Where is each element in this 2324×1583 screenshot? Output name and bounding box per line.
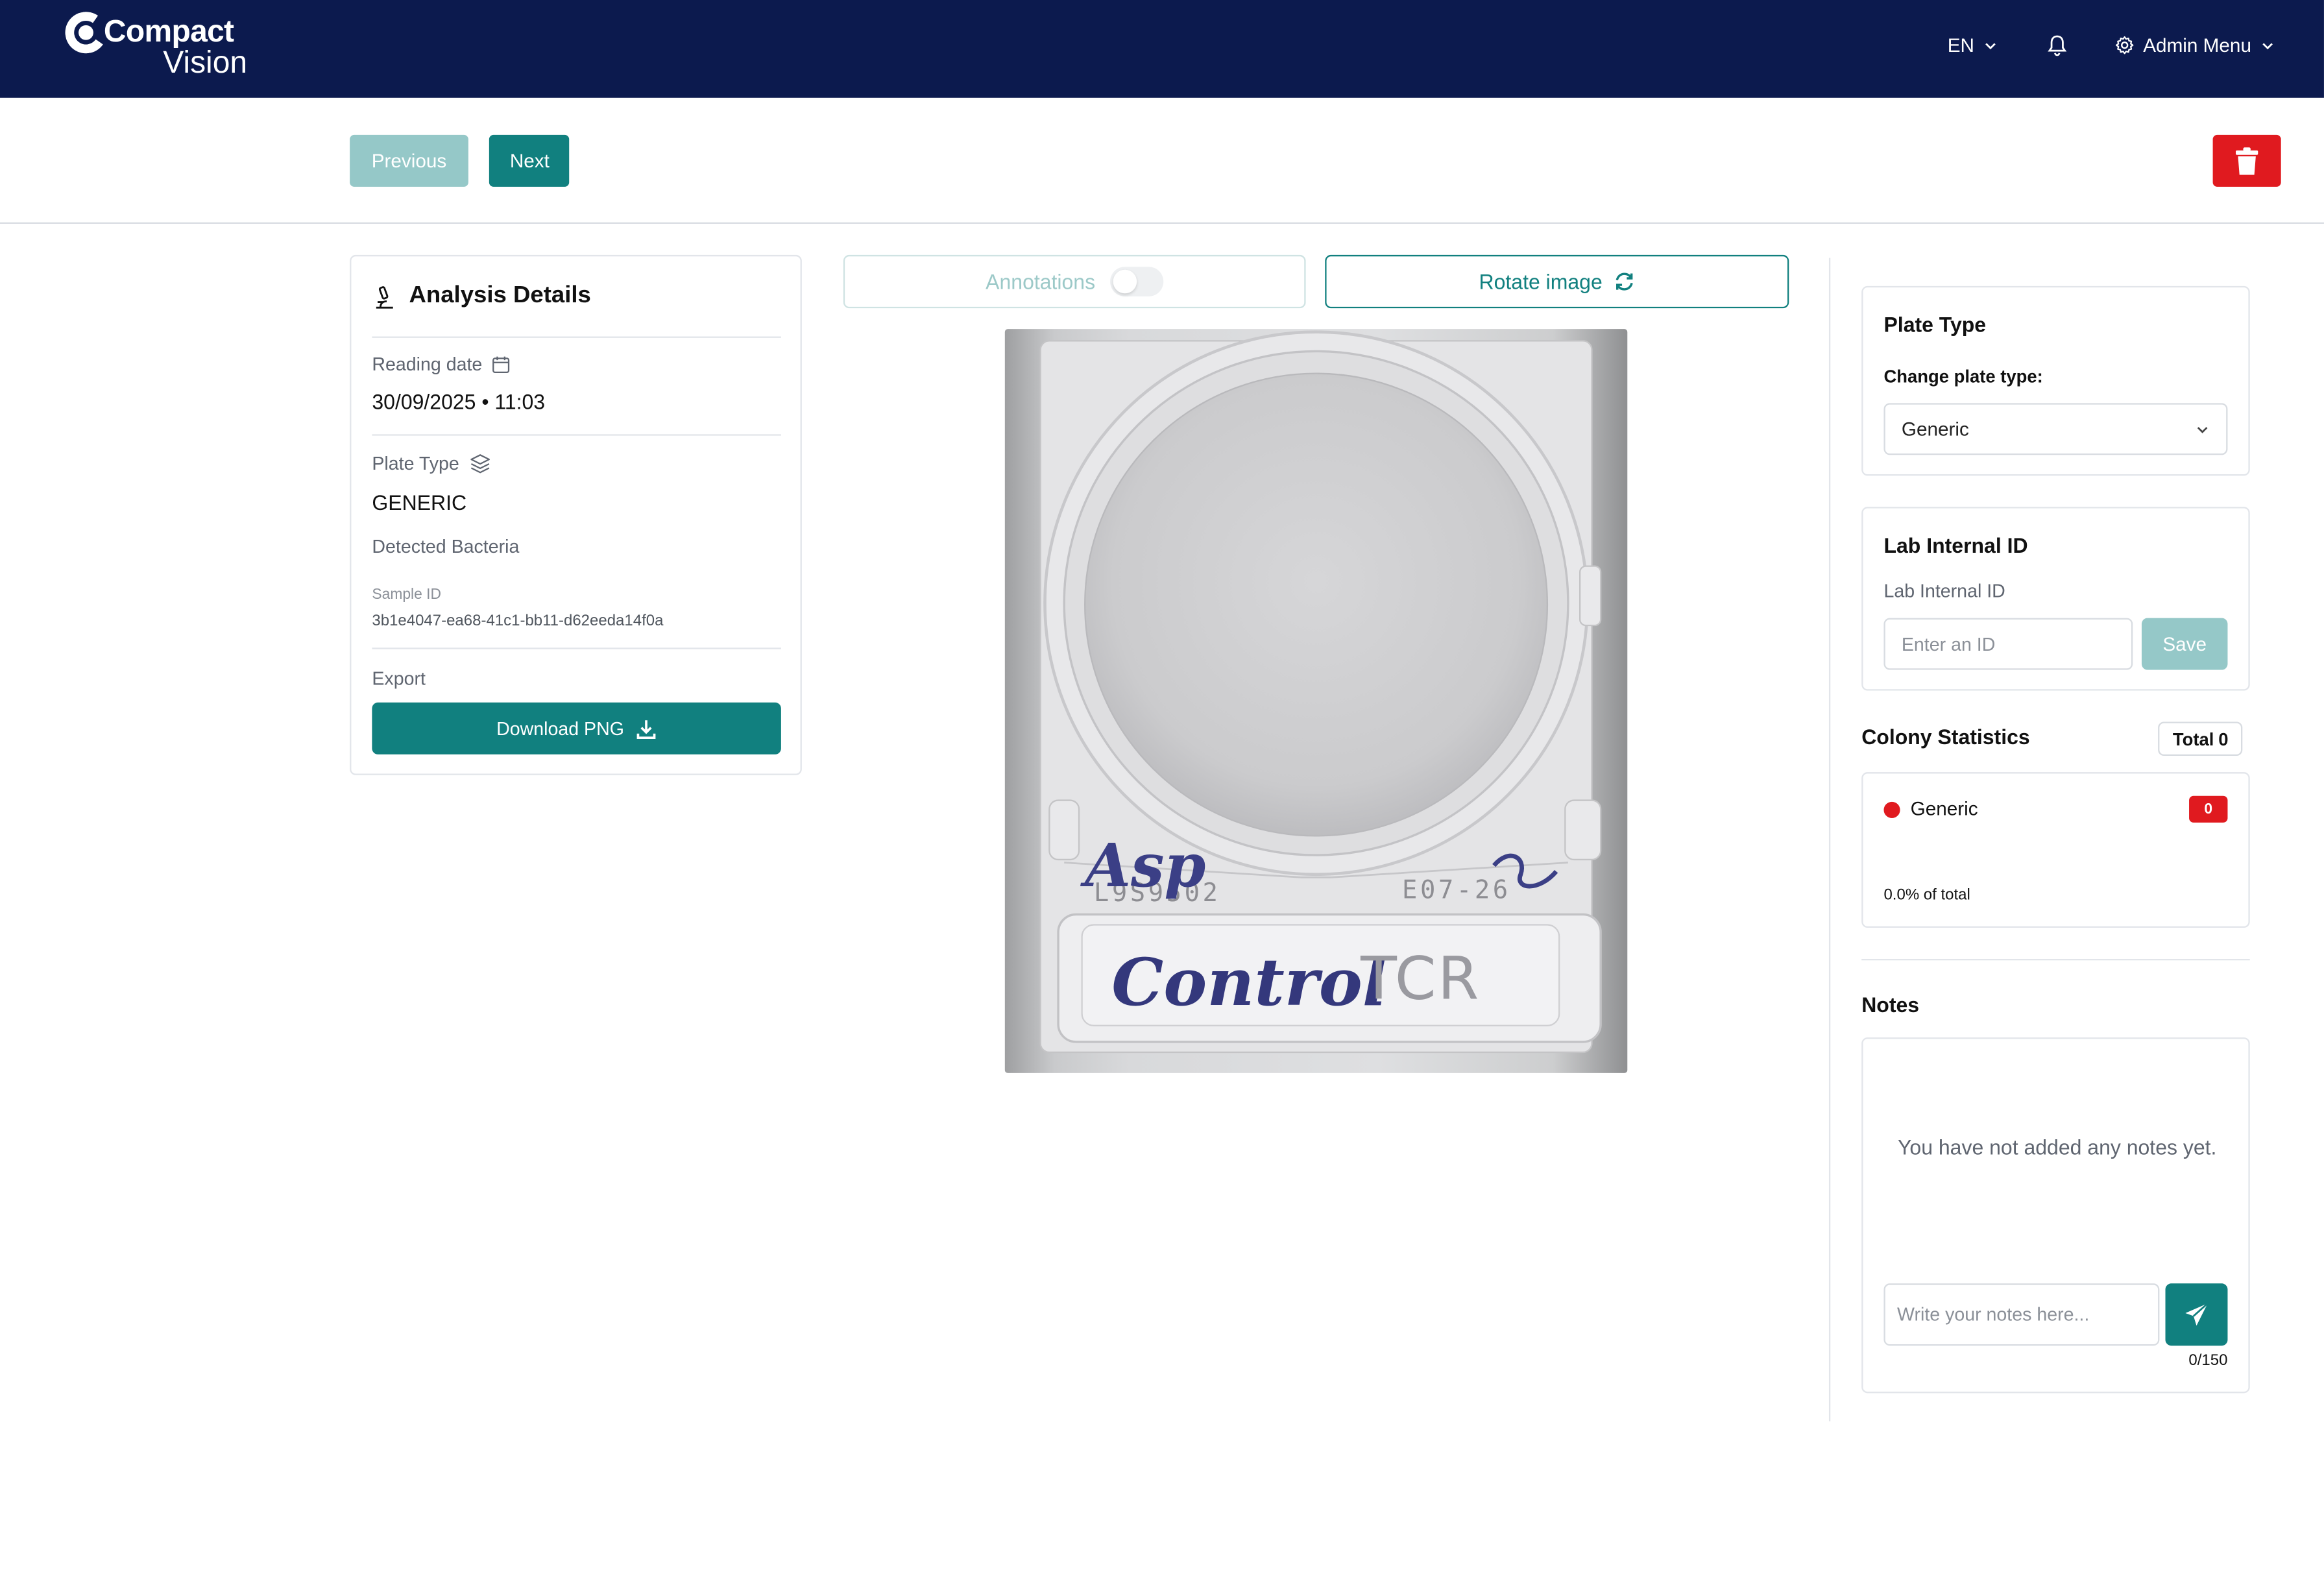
send-icon	[2185, 1303, 2209, 1326]
admin-menu-label: Admin Menu	[2143, 34, 2251, 56]
next-button[interactable]: Next	[489, 134, 570, 187]
colony-percent: 0.0% of total	[1883, 886, 1970, 904]
reading-date-value: 30/09/2025 • 11:03	[372, 389, 546, 414]
plate-handwriting-control: Control	[1111, 944, 1387, 1021]
annotations-label: Annotations	[986, 269, 1096, 294]
plate-type-label: Plate Type	[372, 453, 459, 475]
page: Compact Vision EN Admin Menu Previous Ne…	[0, 0, 2324, 1582]
language-selector[interactable]: EN	[1948, 34, 1998, 56]
rotate-image-button[interactable]: Rotate image	[1325, 254, 1789, 309]
chevron-down-icon	[1985, 42, 1996, 49]
divider	[372, 647, 781, 649]
notes-card: You have not added any notes yet. Write …	[1861, 1037, 2250, 1394]
lab-internal-id-title: Lab Internal ID	[1883, 533, 2028, 557]
plate-handwriting-asp: Asp	[1080, 830, 1205, 900]
layers-icon	[470, 454, 490, 474]
download-png-label: Download PNG	[496, 718, 624, 739]
plate-type-select[interactable]: Generic	[1883, 403, 2228, 455]
top-navbar: Compact Vision EN Admin Menu	[0, 0, 2324, 98]
logo-dot-icon	[79, 25, 93, 40]
colony-total-badge: Total 0	[2158, 721, 2244, 756]
language-label: EN	[1947, 34, 1974, 56]
download-icon	[636, 719, 656, 738]
change-plate-type-label: Change plate type:	[1883, 366, 2043, 387]
divider	[372, 336, 781, 338]
export-label: Export	[372, 668, 426, 690]
annotations-toggle[interactable]	[1109, 267, 1164, 296]
plate-type-selected: Generic	[1901, 418, 1969, 441]
download-png-button[interactable]: Download PNG	[372, 702, 781, 755]
colony-statistics-title: Colony Statistics	[1861, 725, 2030, 749]
chevron-down-icon	[2197, 426, 2208, 433]
divider	[1861, 959, 2250, 961]
divider	[372, 434, 781, 436]
plate-type-label-row: Plate Type	[372, 453, 490, 474]
trash-icon	[2236, 147, 2258, 175]
colony-total-label: Total	[2172, 728, 2214, 749]
microscope-icon	[376, 285, 393, 308]
sample-id-label: Sample ID	[372, 586, 442, 603]
plate-code-right: E07-26	[1402, 875, 1511, 904]
right-panel-divider	[1828, 258, 1831, 1421]
lab-internal-id-input[interactable]: Enter an ID	[1883, 618, 2133, 670]
plate-type-value: GENERIC	[372, 490, 467, 514]
analysis-details-title: Analysis Details	[409, 283, 591, 309]
lab-internal-id-card: Lab Internal ID Lab Internal ID Enter an…	[1861, 507, 2250, 691]
analysis-details-card: Analysis Details Reading date 30/09/2025…	[350, 254, 802, 775]
lab-internal-id-label: Lab Internal ID	[1883, 581, 2005, 602]
app-logo[interactable]: Compact Vision	[62, 8, 273, 86]
plate-printed-tcr: TCR	[1360, 944, 1481, 1013]
toolbar-divider	[0, 222, 2324, 224]
previous-button[interactable]: Previous	[350, 134, 468, 187]
chevron-down-icon	[2262, 42, 2273, 49]
notes-char-counter: 0/150	[2188, 1351, 2228, 1370]
notes-title: Notes	[1861, 993, 1920, 1017]
sample-id-value: 3b1e4047-ea68-41c1-bb11-d62eeda14f0a	[372, 612, 664, 630]
delete-button[interactable]	[2212, 134, 2281, 187]
colony-total-value: 0	[2218, 728, 2229, 749]
send-note-button[interactable]	[2165, 1283, 2228, 1346]
petri-plate-drawing: L9S9502 E07-26 Asp Control TCR	[1039, 330, 1602, 1054]
reading-date-label-row: Reading date	[372, 354, 511, 375]
analysis-details-heading: Analysis Details	[372, 283, 591, 309]
detected-bacteria-label: Detected Bacteria	[372, 536, 520, 557]
gear-icon	[2115, 36, 2134, 54]
logo-text-compact: Compact	[103, 14, 234, 49]
status-dot-icon	[1883, 801, 1900, 818]
bell-icon[interactable]	[2047, 34, 2068, 58]
colony-stat-name: Generic	[1910, 797, 1978, 820]
plate-type-title: Plate Type	[1883, 313, 1987, 337]
plate-type-card: Plate Type Change plate type: Generic	[1861, 285, 2250, 476]
colony-count-badge: 0	[2189, 795, 2228, 823]
plate-image[interactable]: L9S9502 E07-26 Asp Control TCR	[1004, 329, 1628, 1073]
calendar-icon	[492, 356, 511, 373]
reading-date-label: Reading date	[372, 354, 483, 375]
annotations-toggle-box: Annotations	[843, 254, 1306, 309]
rotate-image-label: Rotate image	[1479, 269, 1603, 294]
refresh-icon	[1616, 272, 1634, 291]
save-button[interactable]: Save	[2141, 618, 2228, 670]
notes-empty-message: You have not added any notes yet.	[1898, 1135, 2217, 1159]
logo-text-vision: Vision	[163, 45, 248, 80]
admin-menu[interactable]: Admin Menu	[2115, 34, 2275, 56]
notes-input[interactable]: Write your notes here...	[1883, 1283, 2160, 1346]
colony-stat-item: Generic 0 0.0% of total	[1861, 772, 2250, 928]
